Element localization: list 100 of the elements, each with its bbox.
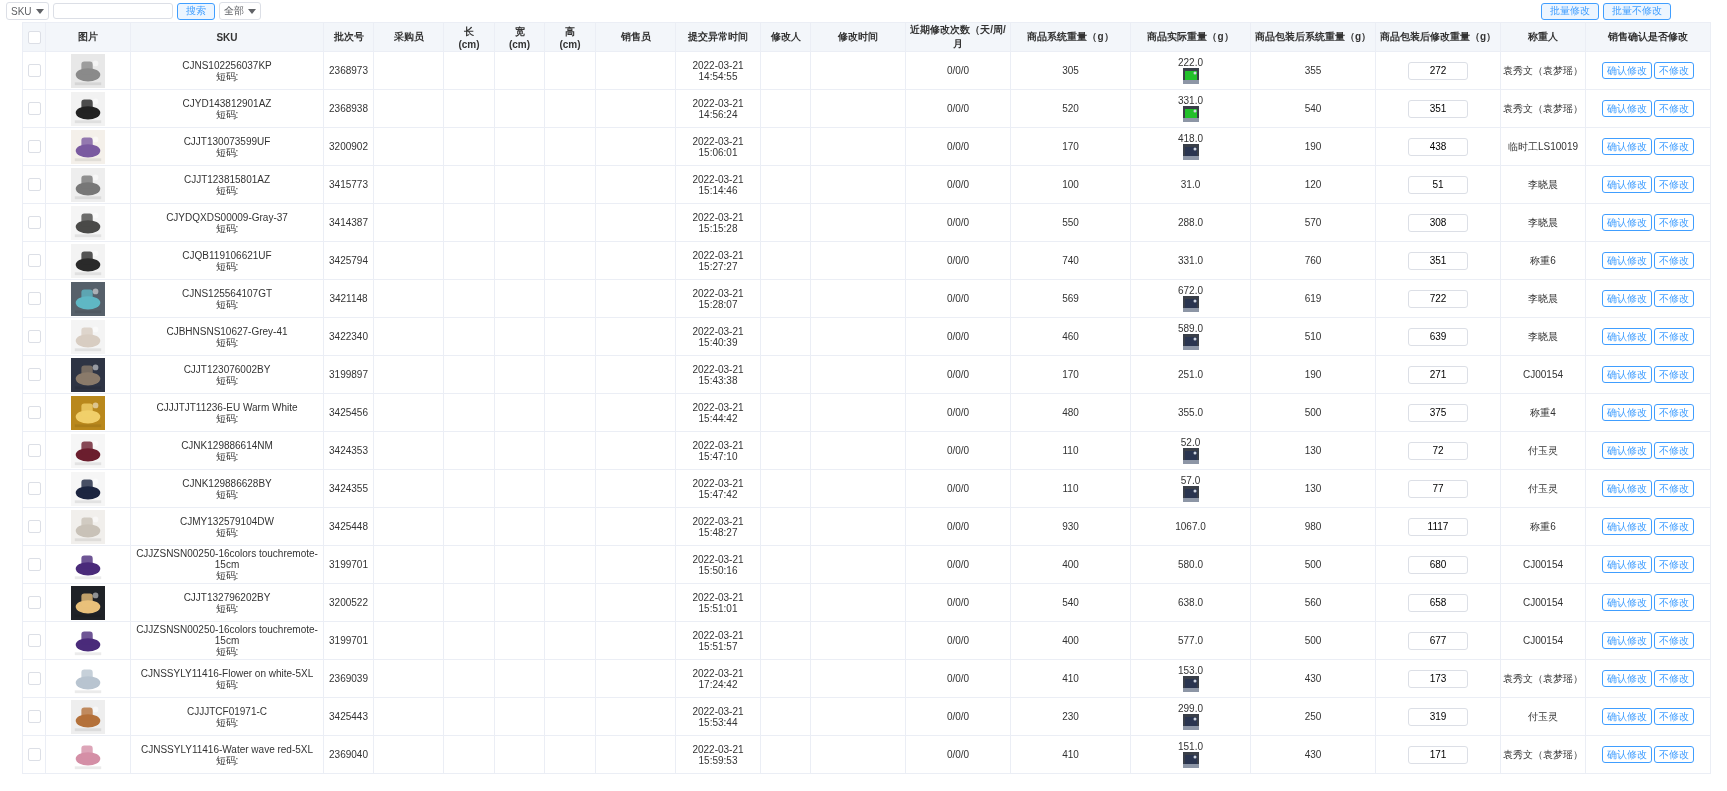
actual-weight: 580.0	[1178, 559, 1203, 570]
action-button[interactable]: 不修改	[1654, 556, 1694, 573]
actual-weight: 672.0	[1178, 285, 1203, 296]
row-checkbox[interactable]	[27, 254, 41, 267]
weight-input[interactable]: 51	[1408, 175, 1468, 194]
action-button[interactable]: 确认修改	[1602, 594, 1652, 611]
action-button[interactable]: 不修改	[1654, 518, 1694, 535]
status-select[interactable]: 全部	[218, 2, 261, 20]
action-button[interactable]: 确认修改	[1602, 176, 1652, 193]
weight-input[interactable]: 375	[1408, 403, 1468, 422]
batch-number: 3424353	[329, 445, 368, 456]
weight-input[interactable]: 173	[1408, 669, 1468, 688]
action-button[interactable]: 确认修改	[1602, 556, 1652, 573]
weight-input[interactable]: 319	[1408, 707, 1468, 726]
row-checkbox[interactable]	[27, 216, 41, 229]
actual-weight: 299.0	[1178, 703, 1203, 714]
system-weight: 520	[1062, 103, 1079, 114]
action-button[interactable]: 不修改	[1654, 594, 1694, 611]
action-button[interactable]: 不修改	[1654, 746, 1694, 763]
weight-input[interactable]: 1117	[1408, 517, 1468, 536]
row-checkbox[interactable]	[27, 634, 41, 647]
row-checkbox[interactable]	[27, 406, 41, 419]
select-all-checkbox[interactable]	[27, 30, 41, 44]
weight-input[interactable]: 680	[1408, 555, 1468, 574]
row-checkbox[interactable]	[27, 748, 41, 761]
sku-text: CJJZSNSN00250-16colors touchremote-15cm	[136, 624, 318, 646]
row-checkbox[interactable]	[27, 140, 41, 153]
action-button[interactable]: 确认修改	[1602, 708, 1652, 725]
search-button[interactable]: 搜索	[176, 2, 215, 20]
action-button[interactable]: 确认修改	[1602, 290, 1652, 307]
weight-input[interactable]: 351	[1408, 251, 1468, 270]
batch-button[interactable]: 批量修改	[1541, 2, 1599, 20]
row-checkbox[interactable]	[27, 330, 41, 343]
weight-input[interactable]: 351	[1408, 99, 1468, 118]
weigher-name: 付玉灵	[1528, 711, 1558, 722]
sku-text: CJMY132579104DW	[180, 515, 274, 527]
action-button[interactable]: 确认修改	[1602, 632, 1652, 649]
action-button[interactable]: 不修改	[1654, 100, 1694, 117]
action-button[interactable]: 确认修改	[1602, 366, 1652, 383]
row-checkbox[interactable]	[27, 444, 41, 457]
action-button[interactable]: 不修改	[1654, 138, 1694, 155]
search-field[interactable]	[52, 3, 173, 19]
weight-input[interactable]: 639	[1408, 327, 1468, 346]
action-button[interactable]: 不修改	[1654, 328, 1694, 345]
action-button[interactable]: 确认修改	[1602, 138, 1652, 155]
action-button[interactable]: 确认修改	[1602, 62, 1652, 79]
action-button[interactable]: 不修改	[1654, 290, 1694, 307]
weight-input[interactable]: 677	[1408, 631, 1468, 650]
action-button[interactable]: 确认修改	[1602, 670, 1652, 687]
row-checkbox[interactable]	[27, 596, 41, 609]
submit-time: 2022-03-21 15:51:01	[692, 591, 744, 614]
action-button[interactable]: 确认修改	[1602, 100, 1652, 117]
action-button[interactable]: 确认修改	[1602, 252, 1652, 269]
batch-number: 3425443	[329, 711, 368, 722]
edit-count: 0/0/0	[946, 597, 970, 608]
row-checkbox[interactable]	[27, 482, 41, 495]
weight-input[interactable]: 308	[1408, 213, 1468, 232]
action-button[interactable]: 不修改	[1654, 442, 1694, 459]
actual-weight: 57.0	[1180, 475, 1201, 486]
weight-input[interactable]: 722	[1408, 289, 1468, 308]
action-button[interactable]: 不修改	[1654, 670, 1694, 687]
field-select[interactable]: SKU	[6, 2, 49, 20]
submit-time: 2022-03-21 15:43:38	[692, 363, 744, 386]
action-button[interactable]: 确认修改	[1602, 214, 1652, 231]
row-checkbox[interactable]	[27, 102, 41, 115]
batch-button[interactable]: 批量不修改	[1603, 2, 1671, 20]
action-button[interactable]: 不修改	[1654, 404, 1694, 421]
submit-time: 2022-03-21 15:47:42	[692, 477, 744, 500]
weight-input[interactable]: 171	[1408, 745, 1468, 764]
action-button[interactable]: 不修改	[1654, 366, 1694, 383]
weight-input[interactable]: 272	[1408, 61, 1468, 80]
weight-input[interactable]: 271	[1408, 365, 1468, 384]
action-button[interactable]: 不修改	[1654, 62, 1694, 79]
action-button[interactable]: 确认修改	[1602, 480, 1652, 497]
action-button[interactable]: 不修改	[1654, 632, 1694, 649]
action-button[interactable]: 确认修改	[1602, 328, 1652, 345]
weight-input[interactable]: 72	[1408, 441, 1468, 460]
row-checkbox[interactable]	[27, 178, 41, 191]
weight-input[interactable]: 658	[1408, 593, 1468, 612]
action-button[interactable]: 不修改	[1654, 252, 1694, 269]
action-button[interactable]: 不修改	[1654, 708, 1694, 725]
row-checkbox[interactable]	[27, 672, 41, 685]
row-checkbox[interactable]	[27, 558, 41, 571]
action-button[interactable]: 确认修改	[1602, 746, 1652, 763]
weight-input[interactable]: 77	[1408, 479, 1468, 498]
action-button[interactable]: 不修改	[1654, 176, 1694, 193]
system-weight: 410	[1062, 673, 1079, 684]
batch-number: 3199701	[329, 559, 368, 570]
action-button[interactable]: 确认修改	[1602, 518, 1652, 535]
row-checkbox[interactable]	[27, 520, 41, 533]
row-checkbox[interactable]	[27, 64, 41, 77]
row-checkbox[interactable]	[27, 292, 41, 305]
action-button[interactable]: 不修改	[1654, 214, 1694, 231]
row-checkbox[interactable]	[27, 368, 41, 381]
action-button[interactable]: 确认修改	[1602, 404, 1652, 421]
weight-input[interactable]: 438	[1408, 137, 1468, 156]
action-button[interactable]: 不修改	[1654, 480, 1694, 497]
action-button[interactable]: 确认修改	[1602, 442, 1652, 459]
batch-number: 3425794	[329, 255, 368, 266]
row-checkbox[interactable]	[27, 710, 41, 723]
